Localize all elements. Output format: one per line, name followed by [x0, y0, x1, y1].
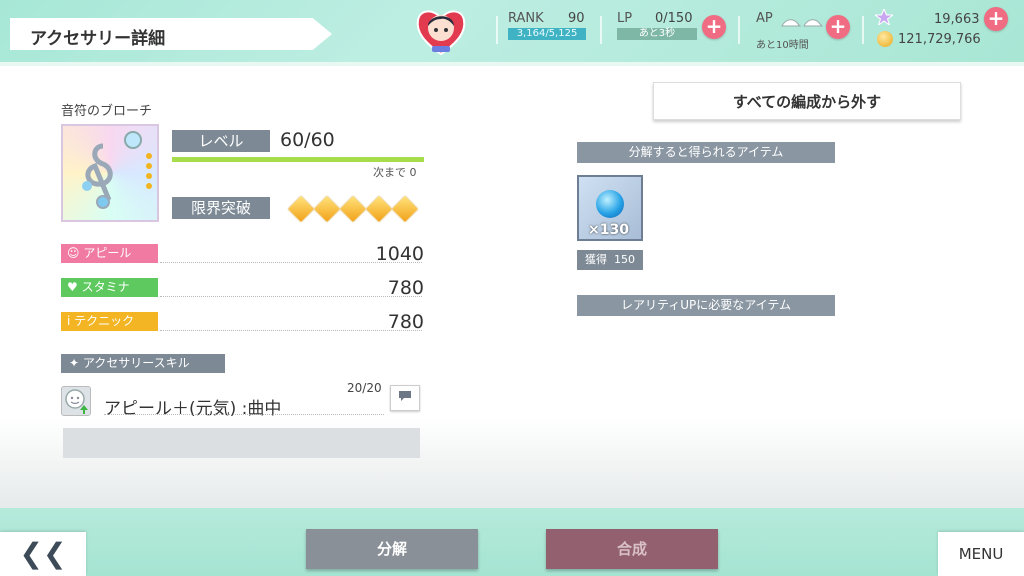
blue-gem-icon [596, 190, 624, 218]
profile-avatar[interactable] [414, 4, 468, 58]
skill-description-box [63, 428, 420, 458]
lp-value: 0/150 [655, 11, 693, 26]
page-title: アクセサリー詳細 [30, 29, 166, 49]
gold-count: 121,729,766 [898, 32, 981, 47]
combine-button[interactable]: 合成 [546, 529, 718, 569]
rank-exp: 3,164/5,125 [508, 28, 586, 40]
level-value: 60/60 [280, 129, 335, 151]
speech-bubble-icon [398, 391, 412, 405]
skill-icon [61, 386, 91, 416]
rarity-up-items-header: レアリティUPに必要なアイテム [577, 295, 835, 316]
limit-break-tag: 限界突破 [172, 197, 270, 219]
stamina-stat-tag: ♥ スタミナ [61, 278, 158, 297]
gain-tag: 獲得 150 [577, 250, 643, 270]
appeal-value: 1040 [375, 243, 424, 265]
ap-label: AP [756, 11, 773, 26]
header-divider [738, 16, 740, 44]
skill-name: アピール＋(元気) :曲中 [104, 399, 282, 419]
menu-button[interactable]: MENU [938, 532, 1024, 576]
ap-shoes-icon [780, 14, 824, 34]
remove-from-all-formations-button[interactable]: すべての編成から外す [653, 82, 961, 120]
decompose-button[interactable]: 分解 [306, 529, 478, 569]
decompose-items-header: 分解すると得られるアイテム [577, 142, 835, 163]
lp-label: LP [617, 11, 633, 26]
level-progress-bar [172, 157, 424, 162]
skill-level: 20/20 [347, 381, 382, 395]
stamina-value: 780 [387, 277, 424, 299]
header-divider [600, 16, 602, 44]
gem-plus-button[interactable]: + [984, 7, 1008, 31]
technique-stat-tag: ⅰ テクニック [61, 312, 158, 331]
technique-value: 780 [387, 311, 424, 333]
skill-info-button[interactable] [390, 385, 420, 411]
ap-timer: あと10時間 [756, 40, 809, 51]
accessory-name: 音符のブローチ [61, 104, 153, 119]
back-button[interactable]: ❮❮ [0, 532, 86, 576]
level-tag: レベル [172, 130, 270, 152]
lp-timer: あと3秒 [617, 28, 697, 40]
header-divider [862, 16, 864, 44]
gem-count: 19,663 [934, 12, 980, 27]
accessory-skill-tag: ✦ アクセサリースキル [61, 354, 225, 373]
star-gem-icon [873, 7, 895, 27]
rank-value: 90 [568, 11, 585, 26]
bottom-bar [0, 508, 1024, 576]
skill-divider [104, 414, 384, 415]
header-divider [496, 16, 498, 44]
next-level-label: 次まで 0 [373, 166, 417, 179]
material-count: ×130 [588, 222, 629, 238]
stat-divider [160, 330, 422, 331]
accessory-thumbnail [61, 124, 159, 222]
gold-coin-icon [877, 31, 893, 47]
lp-plus-button[interactable]: + [702, 15, 726, 39]
stat-divider [160, 296, 422, 297]
ap-plus-button[interactable]: + [826, 15, 850, 39]
rank-label: RANK [508, 11, 544, 26]
appeal-stat-tag: ☺ アピール [61, 244, 158, 263]
